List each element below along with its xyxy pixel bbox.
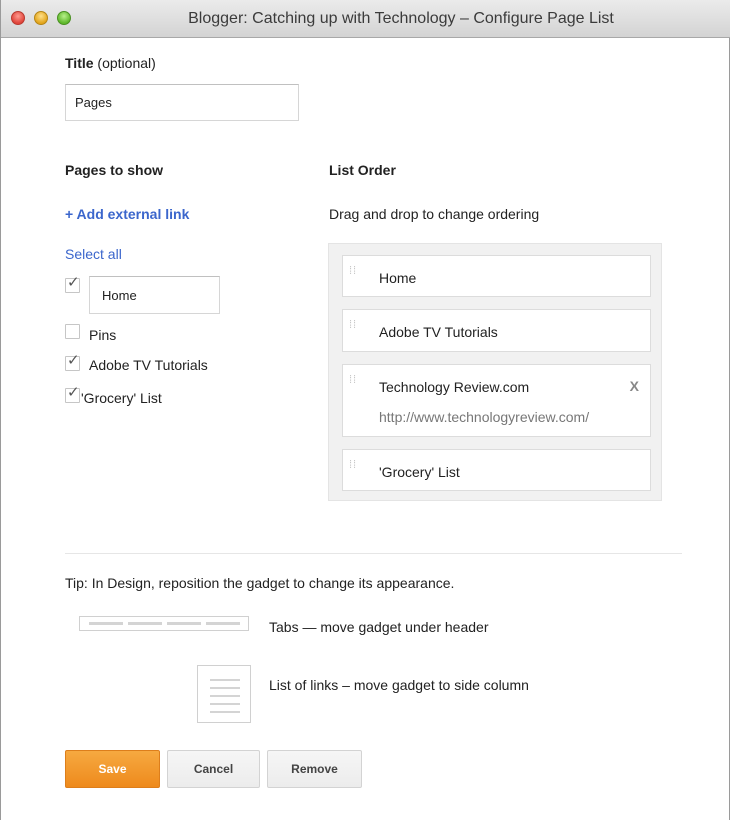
tab-bar bbox=[89, 622, 123, 625]
list-layout-caption: List of links – move gadget to side colu… bbox=[269, 677, 529, 693]
order-item-label: Technology Review.com bbox=[379, 379, 530, 395]
save-button[interactable]: Save bbox=[65, 750, 160, 788]
list-order-container: ⁞⁞ Home ⁞⁞ Adobe TV Tutorials ⁞⁞ Technol… bbox=[328, 243, 662, 501]
list-line bbox=[210, 695, 240, 697]
drag-handle-icon[interactable]: ⁞⁞ bbox=[349, 375, 363, 395]
list-order-hint: Drag and drop to change ordering bbox=[329, 206, 540, 222]
tabs-layout-caption: Tabs — move gadget under header bbox=[269, 619, 489, 635]
add-external-link[interactable]: + Add external link bbox=[65, 206, 189, 222]
cancel-button[interactable]: Cancel bbox=[167, 750, 260, 788]
list-layout-preview-icon bbox=[197, 665, 251, 723]
configure-page-list-window: Blogger: Catching up with Technology – C… bbox=[0, 0, 730, 820]
page-label-adobe-tv: Adobe TV Tutorials bbox=[89, 357, 208, 373]
title-input[interactable] bbox=[65, 84, 299, 121]
window-title: Blogger: Catching up with Technology – C… bbox=[188, 10, 614, 27]
section-divider bbox=[65, 553, 682, 554]
order-item-adobe-tv[interactable]: ⁞⁞ Adobe TV Tutorials bbox=[342, 309, 651, 352]
checkmark-icon: ✓ bbox=[67, 384, 80, 401]
list-line bbox=[210, 679, 240, 681]
home-page-name-input[interactable] bbox=[89, 276, 220, 314]
remove-button[interactable]: Remove bbox=[267, 750, 362, 788]
list-order-heading: List Order bbox=[329, 162, 396, 178]
design-tip: Tip: In Design, reposition the gadget to… bbox=[65, 575, 455, 591]
page-label-grocery-list: 'Grocery' List bbox=[81, 390, 162, 406]
page-checkbox-pins[interactable] bbox=[65, 324, 80, 339]
tab-bar bbox=[167, 622, 201, 625]
zoom-window-button[interactable] bbox=[57, 11, 71, 25]
title-label-text: Title bbox=[65, 55, 94, 71]
list-line bbox=[210, 703, 240, 705]
page-checkbox-home[interactable]: ✓ bbox=[65, 274, 80, 293]
minimize-window-button[interactable] bbox=[34, 11, 48, 25]
list-line bbox=[210, 687, 240, 689]
order-item-home[interactable]: ⁞⁞ Home bbox=[342, 255, 651, 297]
list-line bbox=[210, 711, 240, 713]
order-item-url: http://www.technologyreview.com/ bbox=[379, 409, 590, 425]
remove-link-button[interactable]: X bbox=[630, 378, 639, 394]
window-titlebar[interactable]: Blogger: Catching up with Technology – C… bbox=[1, 0, 730, 38]
title-field-label: Title (optional) bbox=[65, 55, 156, 71]
checkmark-icon: ✓ bbox=[67, 352, 80, 369]
order-item-label: Home bbox=[379, 270, 417, 286]
pages-to-show-heading: Pages to show bbox=[65, 162, 164, 178]
tabs-layout-preview-icon bbox=[79, 616, 249, 631]
checkmark-icon: ✓ bbox=[67, 274, 80, 291]
order-item-label: 'Grocery' List bbox=[379, 464, 460, 480]
title-label-suffix: (optional) bbox=[97, 55, 156, 71]
page-checkbox-adobe-tv[interactable]: ✓ bbox=[65, 352, 80, 371]
drag-handle-icon[interactable]: ⁞⁞ bbox=[349, 266, 363, 286]
drag-handle-icon[interactable]: ⁞⁞ bbox=[349, 460, 363, 480]
page-checkbox-grocery-list[interactable]: ✓ bbox=[65, 384, 80, 403]
select-all-link[interactable]: Select all bbox=[65, 246, 122, 262]
drag-handle-icon[interactable]: ⁞⁞ bbox=[349, 320, 363, 340]
tab-bar bbox=[128, 622, 162, 625]
order-item-label: Adobe TV Tutorials bbox=[379, 324, 498, 340]
close-window-button[interactable] bbox=[11, 11, 25, 25]
tab-bar bbox=[206, 622, 240, 625]
order-item-technology-review[interactable]: ⁞⁞ Technology Review.com http://www.tech… bbox=[342, 364, 651, 437]
page-label-pins: Pins bbox=[89, 327, 117, 343]
order-item-grocery-list[interactable]: ⁞⁞ 'Grocery' List bbox=[342, 449, 651, 491]
